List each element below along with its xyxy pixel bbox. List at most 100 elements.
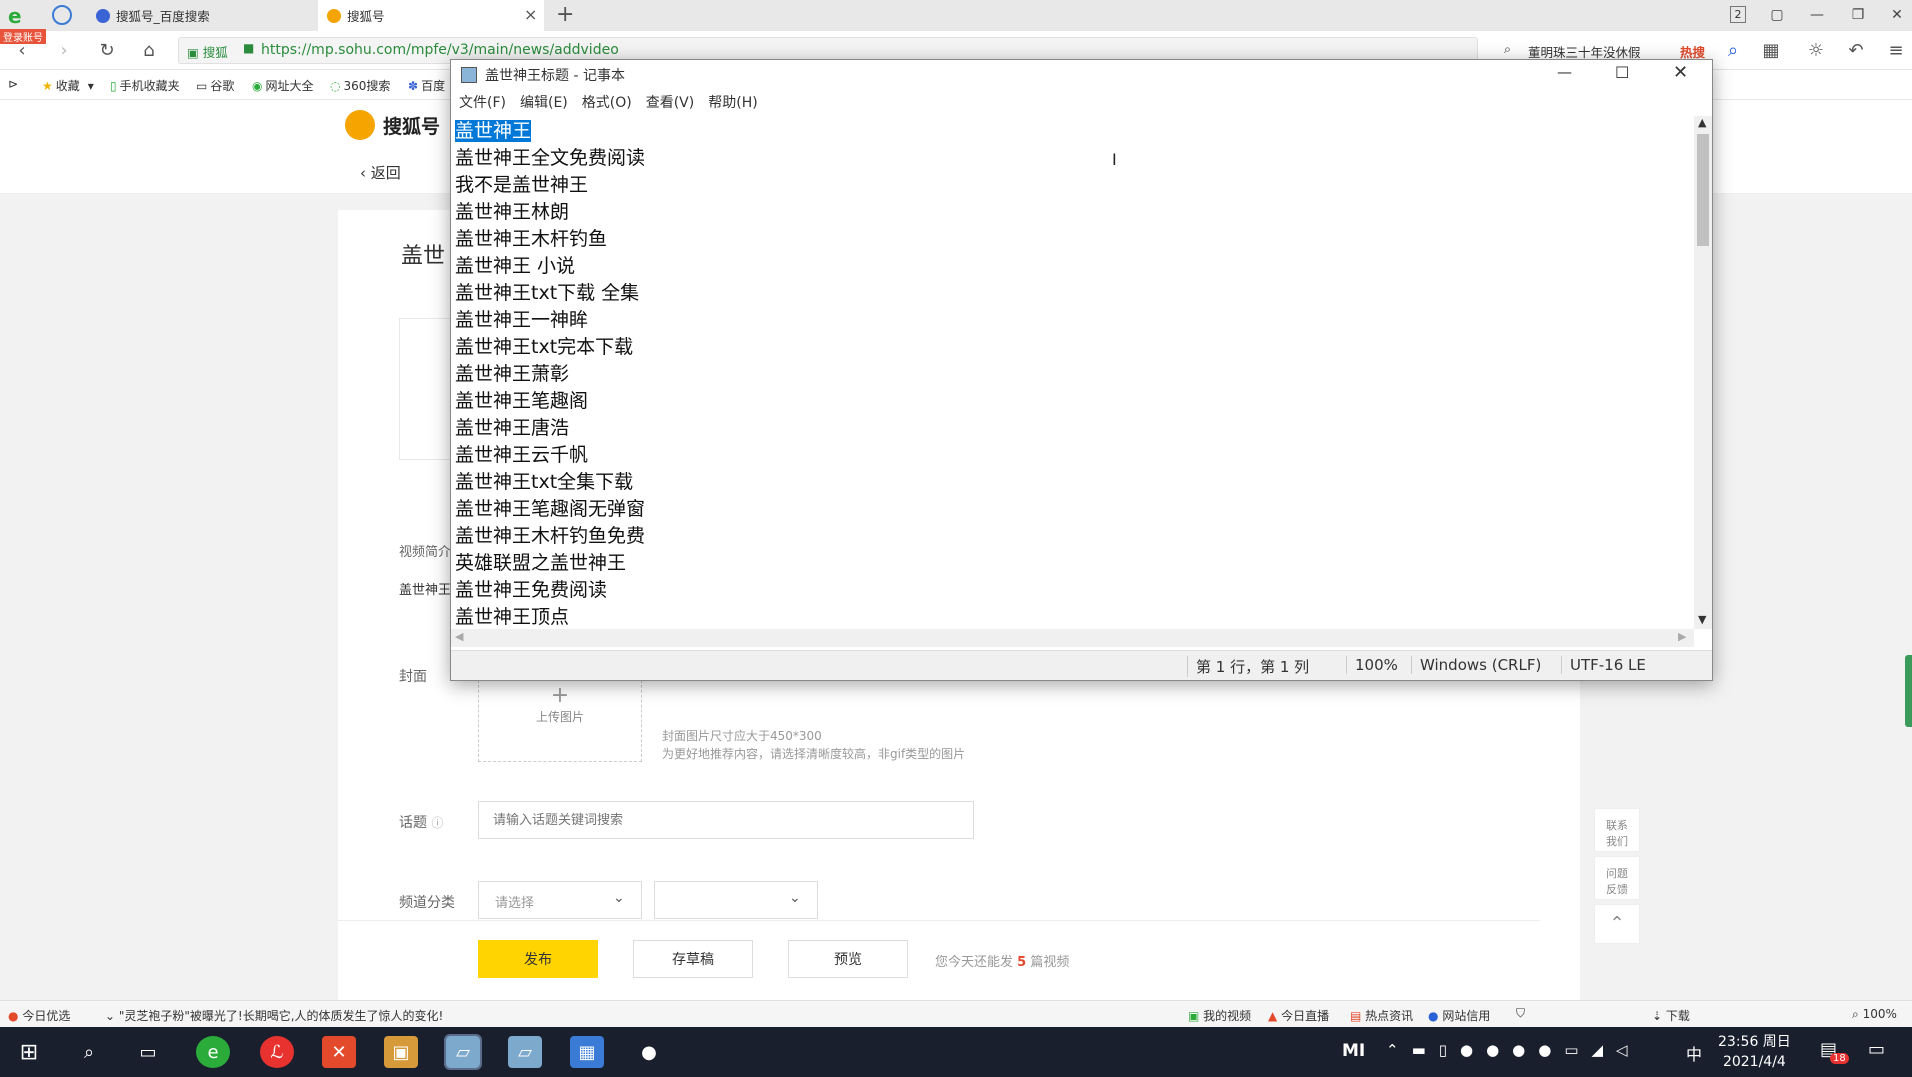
window-count-badge[interactable]: 2 <box>1730 6 1746 23</box>
scroll-right-icon[interactable]: ▶ <box>1678 630 1686 643</box>
bookmark-google[interactable]: ▭ 谷歌 <box>196 77 234 94</box>
task-view-icon[interactable]: ▭ <box>131 1036 165 1068</box>
bookmark-hao[interactable]: ◉ 网址大全 <box>252 77 314 94</box>
clock[interactable]: 23:56 周日 2021/4/4 <box>1718 1032 1791 1072</box>
notepad-taskbar-icon-2[interactable]: ▱ <box>508 1036 542 1068</box>
browser-taskbar-icon[interactable]: e <box>196 1036 230 1068</box>
action-center-icon[interactable]: ▭ <box>1868 1039 1885 1060</box>
minimize-icon[interactable]: — <box>1802 3 1832 27</box>
vertical-scroll-thumb[interactable] <box>1697 134 1709 246</box>
home-icon[interactable]: ⌂ <box>138 39 160 61</box>
notepad-close-icon[interactable]: ✕ <box>1673 62 1688 83</box>
feedback-button[interactable]: 问题反馈 <box>1594 856 1640 900</box>
contact-us-button[interactable]: 联系我们 <box>1594 808 1640 852</box>
url-text: https://mp.sohu.com/mpfe/v3/main/news/ad… <box>261 42 619 58</box>
qq-icon[interactable]: ● <box>632 1036 666 1068</box>
text-line: 盖世神王全文免费阅读 <box>455 147 646 169</box>
bookmark-favorites[interactable]: ★ 收藏 ▾ <box>42 77 94 94</box>
save-draft-button[interactable]: 存草稿 <box>633 940 753 978</box>
bookmark-360[interactable]: ◌ 360搜索 <box>330 77 390 94</box>
apps-grid-icon[interactable]: ▦ <box>1760 39 1782 61</box>
windows-start-icon[interactable]: ⊞ <box>12 1036 46 1068</box>
iqiyi-icon[interactable]: ℒ <box>260 1036 294 1068</box>
menu-view[interactable]: 查看(V) <box>646 92 695 112</box>
cert-icon: ▣ <box>187 45 203 60</box>
daily-pick[interactable]: ● 今日优选 <box>8 1007 70 1024</box>
topic-input[interactable] <box>478 801 974 839</box>
tray-icons[interactable]: ⌃▬▯●●●●▭◢◁ <box>1386 1041 1641 1059</box>
back-link[interactable]: ‹ 返回 <box>360 162 401 183</box>
text-line: 盖世神王 小说 <box>455 255 576 277</box>
my-video[interactable]: ▣ 我的视频 <box>1188 1007 1251 1024</box>
tray-brand-icon[interactable]: MI <box>1342 1041 1365 1061</box>
channel-select-1[interactable]: 请选择 ⌄ <box>478 881 642 919</box>
refresh-icon[interactable]: ↻ <box>96 39 118 61</box>
skin-icon[interactable]: ▢ <box>1762 3 1792 27</box>
publish-button[interactable]: 发布 <box>478 940 598 978</box>
right-edge-handle[interactable] <box>1905 655 1912 727</box>
news-ticker[interactable]: ⌄ "灵芝袍子粉"被曝光了!长期喝它,人的体质发生了惊人的变化! <box>105 1007 443 1024</box>
live-today[interactable]: ▲ 今日直播 <box>1268 1007 1329 1024</box>
tab-sohu[interactable]: 搜狐号 × <box>318 0 544 31</box>
undo-icon[interactable]: ↶ <box>1845 39 1867 61</box>
notification-count: 18 <box>1830 1053 1849 1064</box>
menu-icon[interactable]: ≡ <box>1885 39 1907 61</box>
select-placeholder: 请选择 <box>495 896 535 911</box>
intro-value[interactable]: 盖世神王 <box>399 579 451 598</box>
baidu-paw-icon: ✽ <box>408 78 419 93</box>
ime-indicator[interactable]: 中 <box>1686 1041 1702 1065</box>
notepad-taskbar-icon[interactable]: ▱ <box>444 1034 482 1070</box>
scroll-up-icon[interactable]: ▲ <box>1698 116 1706 129</box>
menu-help[interactable]: 帮助(H) <box>708 92 757 112</box>
download-button[interactable]: ⇣ 下载 <box>1652 1007 1690 1024</box>
notepad-icon <box>461 67 477 83</box>
shield-icon[interactable]: ⛉ <box>1516 1006 1525 1021</box>
text-line: 盖世神王txt完本下载 <box>455 336 634 358</box>
forward-icon[interactable]: › <box>53 39 75 61</box>
help-icon[interactable]: ⓘ <box>431 816 443 830</box>
menu-file[interactable]: 文件(F) <box>459 92 506 112</box>
site-credit[interactable]: ● 网站信用 <box>1428 1007 1490 1024</box>
brightness-icon[interactable]: ☼ <box>1805 39 1827 61</box>
video-icon: ▣ <box>1188 1009 1200 1023</box>
notepad-text-area[interactable]: 盖世神王 盖世神王全文免费阅读 我不是盖世神王 盖世神王林朗 盖世神王木杆钓鱼 … <box>451 116 1694 629</box>
browser-logo-icon[interactable]: e <box>8 4 32 28</box>
baidu-paw-icon <box>96 8 110 23</box>
vertical-scrollbar[interactable]: ▲ ▼ <box>1694 116 1712 629</box>
chevron-down-icon: ⌄ <box>105 1009 119 1023</box>
channel-select-2[interactable]: ⌄ <box>654 881 818 919</box>
notepad-maximize-icon[interactable]: ☐ <box>1615 63 1629 82</box>
tab-baidu[interactable]: 搜狐号_百度搜索 <box>88 0 316 31</box>
text-line: 盖世神王木杆钓鱼 <box>455 228 608 250</box>
notepad-titlebar[interactable]: 盖世神王标题 - 记事本 — ☐ ✕ <box>451 60 1712 90</box>
wps-icon[interactable]: ✕ <box>322 1036 356 1068</box>
preview-button[interactable]: 预览 <box>788 940 908 978</box>
close-tab-icon[interactable]: × <box>524 5 537 24</box>
search-icon[interactable]: ⌕ <box>72 1036 106 1068</box>
upload-cover-button[interactable]: + 上传图片 <box>478 670 642 762</box>
secure-badge: ▣ 搜狐 <box>187 45 228 60</box>
notepad-minimize-icon[interactable]: — <box>1557 63 1572 81</box>
scroll-left-icon[interactable]: ◀ <box>455 630 463 643</box>
restore-icon[interactable]: ❐ <box>1843 3 1873 27</box>
horizontal-scrollbar[interactable]: ◀ ▶ <box>451 629 1694 647</box>
scroll-down-icon[interactable]: ▼ <box>1698 613 1706 626</box>
cover-label: 封面 <box>399 669 427 685</box>
hot-news[interactable]: ▤ 热点资讯 <box>1350 1007 1413 1024</box>
menu-format[interactable]: 格式(O) <box>582 92 632 112</box>
browser-status-bar: ● 今日优选 ⌄ "灵芝袍子粉"被曝光了!长期喝它,人的体质发生了惊人的变化! … <box>0 1000 1912 1027</box>
menu-edit[interactable]: 编辑(E) <box>520 92 568 112</box>
app-store-icon[interactable]: ▦ <box>570 1036 604 1068</box>
compass-icon[interactable] <box>52 5 72 25</box>
sidebar-toggle-icon[interactable]: ⊳ <box>8 77 18 91</box>
zoom-indicator[interactable]: ⌕ 100% <box>1852 1007 1897 1022</box>
close-window-icon[interactable]: ✕ <box>1882 3 1912 27</box>
search-go-icon[interactable]: ⌕ <box>1722 39 1744 61</box>
paint-icon[interactable]: ▣ <box>384 1036 418 1068</box>
back-to-top-button[interactable]: ⌃ <box>1594 904 1640 944</box>
bookmark-mobile[interactable]: ▯ 手机收藏夹 <box>110 77 180 94</box>
login-badge[interactable]: 登录账号 <box>0 29 46 44</box>
sohu-logo[interactable]: 搜狐号 <box>345 110 440 140</box>
new-tab-icon[interactable]: + <box>556 2 574 27</box>
bookmark-baidu[interactable]: ✽ 百度 <box>408 77 445 94</box>
